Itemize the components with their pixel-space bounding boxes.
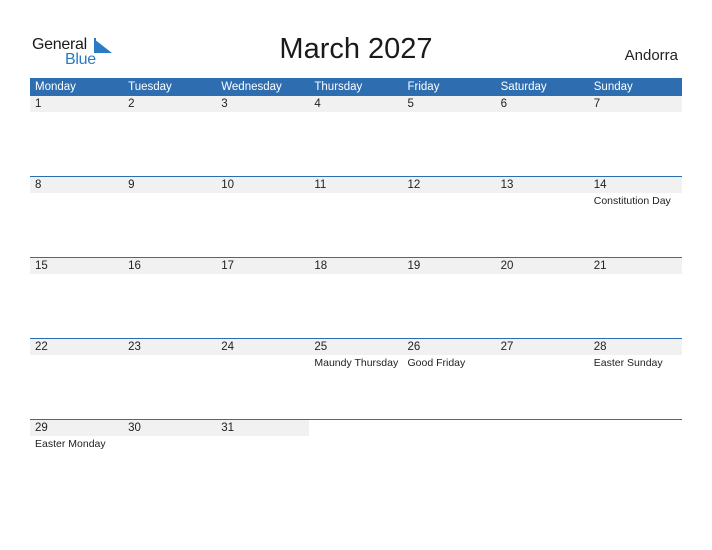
day-cell: 25 Maundy Thursday: [309, 339, 403, 370]
day-cell: 18: [309, 258, 403, 275]
day-cell: 21: [588, 258, 682, 275]
day-number: 5: [402, 96, 496, 112]
day-number: 15: [30, 258, 124, 274]
day-number: 24: [216, 339, 310, 355]
day-number: 14: [588, 177, 682, 193]
day-cell: 11: [309, 177, 403, 208]
day-cell: [496, 420, 589, 451]
day-cell: 23: [123, 339, 217, 370]
day-number: 26: [402, 339, 496, 355]
day-cell: 14 Constitution Day: [588, 177, 682, 208]
weekday-friday: Friday: [407, 81, 440, 93]
day-number: 20: [495, 258, 589, 274]
day-cell: 6: [495, 96, 589, 113]
day-number: 21: [588, 258, 682, 274]
weekday-sunday: Sunday: [593, 81, 633, 93]
holiday-label: Easter Sunday: [593, 357, 663, 369]
day-number: 31: [216, 420, 310, 436]
holiday-label: Easter Monday: [35, 438, 106, 450]
day-cell: 26 Good Friday: [402, 339, 496, 370]
day-number: 12: [402, 177, 496, 193]
weekday-monday: Monday: [35, 81, 76, 93]
day-cell: 5: [402, 96, 496, 113]
day-number: 3: [216, 96, 310, 112]
day-number: [589, 420, 682, 436]
day-number: 23: [123, 339, 217, 355]
day-cell: 7: [588, 96, 682, 113]
day-number: 29: [30, 420, 124, 436]
day-cell: 3: [216, 96, 310, 113]
day-cell: 4: [309, 96, 403, 113]
day-cell: 9: [123, 177, 217, 208]
weekday-saturday: Saturday: [500, 81, 547, 93]
day-number: 6: [495, 96, 589, 112]
week-row: 1234567: [30, 96, 682, 113]
day-cell: 13: [495, 177, 589, 208]
day-number: 2: [123, 96, 217, 112]
day-cell: 17: [216, 258, 310, 275]
day-cell: [589, 420, 682, 451]
day-number: [496, 420, 589, 436]
day-cell: 10: [216, 177, 310, 208]
holiday-label: Maundy Thursday: [314, 357, 399, 369]
week-row: 29 Easter Monday 30 31: [30, 419, 682, 451]
week-row: 8 9 10 11 12 13 14 Constitution Day: [30, 176, 682, 208]
day-number: 7: [588, 96, 682, 112]
calendar-title: March 2027: [279, 33, 433, 65]
day-number: 13: [495, 177, 589, 193]
day-cell: 27: [495, 339, 589, 370]
day-number: 10: [216, 177, 310, 193]
weekday-wednesday: Wednesday: [221, 81, 282, 93]
day-cell: 24: [216, 339, 310, 370]
day-number: [309, 420, 402, 436]
day-number: 4: [309, 96, 403, 112]
day-number: 8: [30, 177, 124, 193]
day-number: 9: [123, 177, 217, 193]
holiday-label: Good Friday: [407, 357, 466, 369]
holiday-label: Constitution Day: [593, 195, 671, 207]
day-cell: 20: [495, 258, 589, 275]
day-number: 17: [216, 258, 310, 274]
day-cell: 8: [30, 177, 124, 208]
day-cell: 30: [123, 420, 217, 451]
day-number: 11: [309, 177, 403, 193]
day-cell: 19: [402, 258, 496, 275]
day-number: 16: [123, 258, 217, 274]
country-label: Andorra: [624, 47, 678, 64]
day-cell: [403, 420, 496, 451]
day-number: 22: [30, 339, 124, 355]
day-cell: 31: [216, 420, 310, 451]
day-cell: 28 Easter Sunday: [588, 339, 682, 370]
day-cell: 29 Easter Monday: [30, 420, 124, 451]
day-cell: 15: [30, 258, 124, 275]
day-number: 19: [402, 258, 496, 274]
weekday-thursday: Thursday: [314, 81, 363, 93]
day-cell: 1: [30, 96, 124, 113]
day-number: 28: [588, 339, 682, 355]
day-number: 30: [123, 420, 217, 436]
day-number: [403, 420, 496, 436]
week-row: 15 16 17 18 19 20 21: [30, 257, 682, 275]
day-number: 25: [309, 339, 403, 355]
day-cell: [309, 420, 402, 451]
day-cell: 22: [30, 339, 124, 370]
day-number: 27: [495, 339, 589, 355]
day-cell: 2: [123, 96, 217, 113]
week-row: 22 23 24 25 Maundy Thursday 26 Good Friday 27 28…: [30, 338, 682, 370]
day-number: 1: [30, 96, 124, 112]
weekday-header: Monday Tuesday Wednesday Thursday Friday…: [30, 78, 682, 96]
day-number: 18: [309, 258, 403, 274]
day-cell: 12: [402, 177, 496, 208]
day-cell: 16: [123, 258, 217, 275]
weekday-tuesday: Tuesday: [128, 81, 172, 93]
